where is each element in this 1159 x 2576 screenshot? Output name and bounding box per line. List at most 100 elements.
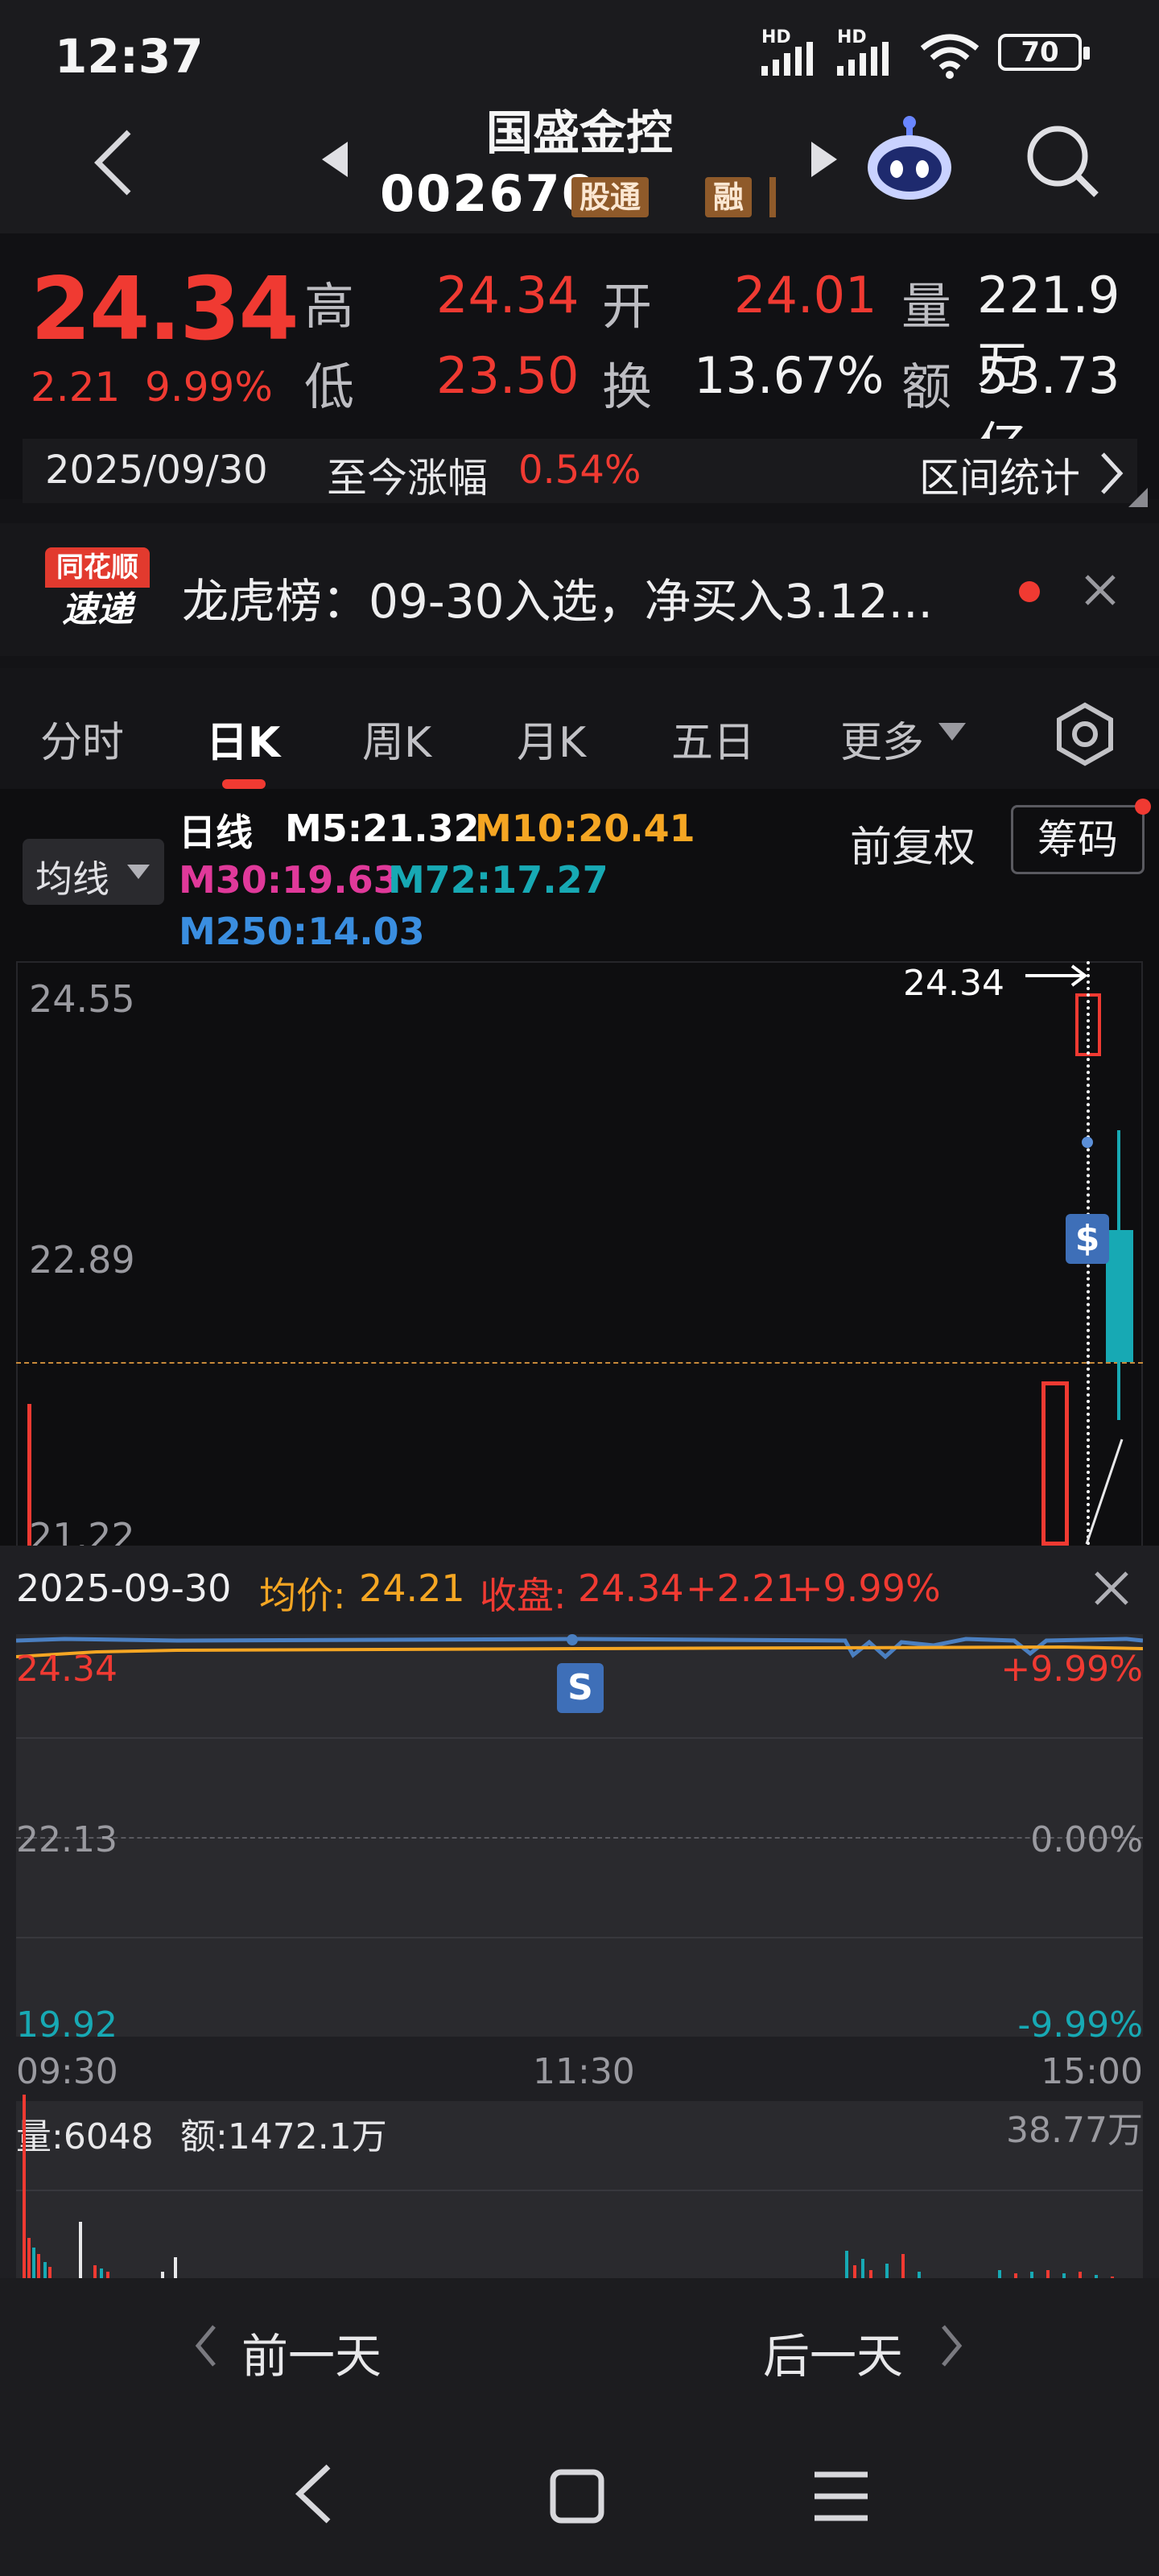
close-popup-icon[interactable] [1093, 1570, 1130, 1607]
chevron-left-icon [195, 2325, 216, 2367]
close-change: +2.21 [686, 1567, 799, 1610]
system-menu-icon[interactable] [813, 2470, 869, 2523]
strip-date: 2025/09/30 [45, 448, 268, 493]
ma72-value: M72:17.27 [388, 858, 608, 902]
battery-level: 70 [998, 34, 1082, 71]
ma5-value: M5:21.32 [285, 807, 480, 850]
since-label: 至今涨幅 [327, 455, 488, 502]
stock-code: 002670 [380, 164, 598, 223]
since-value: 0.54% [518, 448, 641, 493]
turnover-value: 13.67% [694, 346, 885, 405]
tab-more[interactable]: 更多 [840, 708, 924, 769]
status-time: 12:37 [55, 29, 204, 84]
intraday-y-left-bottom: 19.92 [16, 2004, 118, 2046]
ma30-value: M30:19.63 [179, 858, 399, 902]
signal-marker[interactable]: $ [1066, 1214, 1109, 1264]
settings-hex-icon[interactable] [1051, 700, 1119, 768]
tab-daily-k[interactable]: 日K [206, 708, 280, 769]
price-dot [1082, 1137, 1093, 1148]
high-value: 24.34 [436, 266, 580, 324]
avg-value: 24.21 [359, 1567, 465, 1610]
tag-fragment [769, 177, 776, 217]
chips-dot [1135, 799, 1151, 815]
system-home-icon[interactable] [549, 2468, 605, 2524]
intraday-x-start: 09:30 [16, 2051, 118, 2092]
trend-line [1085, 1439, 1124, 1545]
stock-name: 国盛金控 [485, 105, 673, 160]
range-stats-button[interactable]: 区间统计 [919, 446, 1080, 504]
volume-bar-red [1041, 1381, 1069, 1546]
volume-label: 量 [901, 277, 952, 336]
close-icon[interactable] [1083, 573, 1117, 607]
tab-monthly-k[interactable]: 月K [517, 708, 586, 769]
ma-dropdown-icon [127, 865, 150, 879]
kline-y-label-top: 24.55 [29, 977, 135, 1021]
margin-tag: 融 [705, 177, 753, 217]
intraday-x-end: 15:00 [1041, 2051, 1143, 2092]
day-navigation [0, 2278, 1159, 2415]
adjust-mode-button[interactable]: 前复权 [850, 813, 975, 873]
open-value: 24.01 [734, 266, 877, 324]
battery-tip [1083, 47, 1090, 60]
intraday-dot [567, 1634, 578, 1645]
current-price: 24.34 [31, 259, 299, 360]
cell-signal-icon-2 [837, 42, 889, 76]
corner-triangle-icon [1128, 488, 1148, 507]
avg-label: 均价: [259, 1574, 346, 1617]
intraday-y-right-top: +9.99% [1000, 1649, 1143, 1690]
high-label: 高 [304, 277, 355, 336]
intraday-x-mid: 11:30 [533, 2051, 635, 2092]
close-value: 24.34 [578, 1567, 684, 1610]
news-text[interactable]: 龙虎榜：09-30入选，净买入3.12... [182, 564, 933, 631]
wifi-icon [920, 34, 980, 79]
intraday-zero-line [16, 1837, 1143, 1839]
chevron-right-icon [1101, 452, 1124, 494]
chevron-right-icon-2 [942, 2325, 963, 2367]
price-change: 2.21 [31, 364, 121, 411]
prev-day-button[interactable]: 前一天 [241, 2318, 382, 2386]
search-icon[interactable] [1022, 121, 1103, 201]
ma250-value: M250:14.03 [179, 910, 425, 953]
last-price-marker: 24.34 [903, 963, 1004, 1004]
ma10-value: M10:20.41 [475, 807, 695, 850]
intraday-y-right-mid: 0.00% [1030, 1819, 1143, 1860]
robot-assistant-icon[interactable] [861, 113, 958, 203]
tab-weekly-k[interactable]: 周K [362, 708, 431, 769]
arrow-right-icon [1025, 964, 1088, 987]
candle-cyan [1106, 1230, 1133, 1362]
logo-bottom-text: 速递 [62, 589, 133, 630]
unread-dot [1019, 581, 1040, 602]
intraday-grid-2 [16, 1937, 1143, 1938]
turnover-label: 换 [602, 357, 653, 416]
close-change-pct: +9.99% [792, 1567, 941, 1610]
intraday-y-left-top: 24.34 [16, 1649, 118, 1690]
intraday-y-left-mid: 22.13 [16, 1819, 118, 1860]
stock-connect-tag: 股通 [571, 177, 650, 217]
line-type-label: 日线 [179, 811, 253, 854]
dropdown-triangle-icon [938, 723, 966, 741]
close-label: 收盘: [480, 1574, 567, 1617]
kline-left-bar [27, 1404, 31, 1546]
kline-y-label-mid: 22.89 [29, 1238, 135, 1282]
amount-label: 额 [901, 357, 952, 416]
intraday-grid-1 [16, 1737, 1143, 1739]
intraday-signal-marker[interactable]: S [557, 1663, 604, 1713]
intraday-y-right-bottom: -9.99% [1017, 2004, 1143, 2046]
tab-intraday[interactable]: 分时 [40, 708, 124, 769]
intraday-volume-bars [23, 2095, 1114, 2285]
open-label: 开 [602, 277, 653, 336]
tab-five-day[interactable]: 五日 [671, 708, 755, 769]
low-value: 23.50 [436, 346, 580, 405]
logo-top-text: 同花顺 [45, 547, 150, 588]
cell-signal-icon [761, 42, 813, 76]
chips-button[interactable]: 筹码 [1011, 805, 1145, 874]
kline-plot-frame [16, 961, 1143, 1546]
ths-logo: 同花顺 速递 [45, 547, 150, 636]
next-day-button[interactable]: 后一天 [763, 2318, 903, 2386]
low-label: 低 [304, 357, 355, 416]
intraday-date: 2025-09-30 [16, 1567, 232, 1610]
current-price-line [16, 1362, 1143, 1364]
price-change-pct: 9.99% [145, 364, 273, 411]
next-stock-icon[interactable] [810, 140, 839, 179]
system-back-icon[interactable] [293, 2463, 333, 2524]
